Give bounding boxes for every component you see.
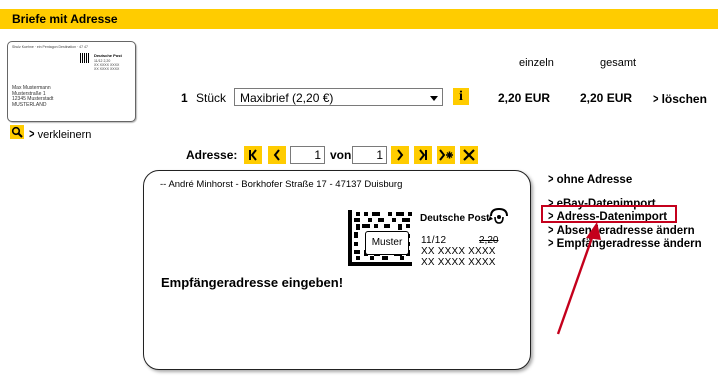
chevron-right-icon: > (29, 126, 35, 141)
chevron-right-icon (397, 149, 404, 161)
section-header: Briefe mit Adresse (0, 9, 718, 29)
deutsche-post-label: Deutsche Post (420, 213, 490, 224)
delete-address-button[interactable] (460, 146, 478, 164)
first-page-button[interactable] (244, 146, 262, 164)
envelope-preview: -- André Minhorst - Borkhofer Straße 17 … (143, 170, 531, 370)
recipient-address-prompt[interactable]: Empfängeradresse eingeben! (161, 275, 343, 290)
zoom-out-label: verkleinern (37, 129, 92, 141)
thumbnail-address: Max Mustermann Musterstraße 1 12345 Must… (12, 85, 53, 108)
link-no-address-label: ohne Adresse (556, 174, 633, 186)
dropdown-arrow-icon (430, 96, 438, 101)
thumbnail-stamp: 11/12 2,20 XX XXXX XXXX XX XXXX XXXX (94, 59, 119, 71)
thumbnail-datamatrix-icon (80, 53, 90, 63)
delete-label: löschen (661, 92, 707, 106)
column-single: einzeln (519, 57, 554, 69)
last-page-button[interactable] (414, 146, 432, 164)
product-select-value: Maxibrief (2,20 €) (240, 91, 334, 105)
section-title: Briefe mit Adresse (12, 12, 118, 26)
muster-label: Muster (365, 231, 409, 255)
thumbnail-sender: Shulz Kuehne · ein Pentagon Destination … (12, 45, 88, 49)
price-total: 2,20 EUR (580, 91, 633, 105)
thumbnail-brand: Deutsche Post (94, 53, 122, 58)
delete-link[interactable]: > löschen (652, 91, 707, 106)
column-total: gesamt (600, 57, 637, 69)
pager-of-label: von (330, 148, 352, 162)
pager-label: Adresse: (186, 148, 238, 162)
post-horn-icon (488, 207, 508, 224)
letter-thumbnail[interactable]: Shulz Kuehne · ein Pentagon Destination … (7, 41, 136, 122)
zoom-out-link[interactable]: > verkleinern (28, 126, 91, 141)
new-address-button[interactable] (437, 146, 455, 164)
last-page-icon (419, 149, 427, 161)
stamp-date: 11/12 (421, 235, 447, 246)
close-icon (463, 149, 475, 161)
annotation-arrow-icon (556, 222, 601, 335)
new-entry-icon (439, 149, 453, 161)
stamp-price: 2,20 (479, 235, 499, 246)
sender-address-line: -- André Minhorst - Borkhofer Straße 17 … (160, 179, 403, 190)
stamp-code-line: XX XXXX XXXX (421, 246, 496, 257)
thumbnail-stamp-line: XX XXXX XXXX (94, 67, 120, 71)
zoom-out-icon[interactable] (10, 125, 24, 139)
page-total-input[interactable] (352, 146, 387, 164)
thumbnail-address-line: MUSTERLAND (12, 101, 47, 108)
stamp-code-line: XX XXXX XXXX (421, 257, 496, 268)
price-single: 2,20 EUR (498, 91, 551, 105)
quantity-value: 1 (181, 91, 188, 105)
chevron-right-icon: > (653, 91, 659, 106)
link-no-address[interactable]: > ohne Adresse (547, 171, 632, 186)
chevron-left-icon (273, 149, 280, 161)
product-select[interactable]: Maxibrief (2,20 €) (234, 88, 443, 106)
first-page-icon (249, 149, 257, 161)
info-button[interactable]: i (453, 88, 469, 105)
next-page-button[interactable] (391, 146, 409, 164)
quantity-unit: Stück (196, 91, 227, 105)
prev-page-button[interactable] (268, 146, 286, 164)
chevron-right-icon: > (548, 171, 554, 186)
page-current-input[interactable] (290, 146, 325, 164)
